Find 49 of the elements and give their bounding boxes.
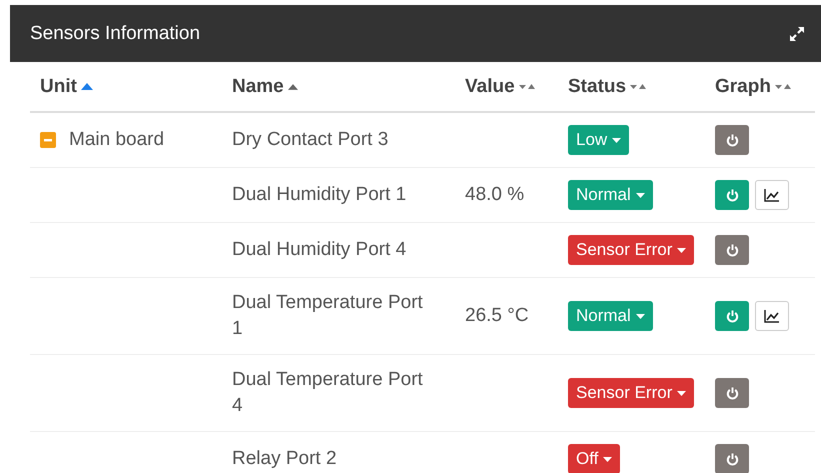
panel-title: Sensors Information xyxy=(30,22,200,44)
power-icon xyxy=(726,310,738,322)
column-header[interactable]: Value xyxy=(465,76,515,98)
power-button[interactable] xyxy=(715,125,749,155)
status-dropdown[interactable]: Off xyxy=(568,444,620,473)
status-dropdown[interactable]: Sensor Error xyxy=(568,378,694,408)
caret-icon xyxy=(677,390,686,396)
unit-name: Main board xyxy=(69,128,164,152)
power-icon xyxy=(726,386,738,400)
sensor-name: Dry Contact Port 3 xyxy=(232,128,388,152)
sort-icon[interactable] xyxy=(630,83,648,90)
power-button[interactable] xyxy=(715,301,749,331)
sensor-name: Relay Port 2 xyxy=(232,447,337,471)
status-dropdown[interactable]: Normal xyxy=(568,180,653,210)
line-chart-icon xyxy=(764,188,780,202)
sort-ascending-icon[interactable] xyxy=(288,84,298,90)
sort-icon[interactable] xyxy=(518,83,536,90)
column-header[interactable]: Status xyxy=(568,76,626,98)
caret-icon xyxy=(677,248,686,252)
sensor-name: Dual Humidity Port 4 xyxy=(232,238,406,262)
caret-icon xyxy=(636,314,645,318)
status-dropdown[interactable]: Normal xyxy=(568,301,653,331)
sort-icon[interactable] xyxy=(774,83,792,90)
power-button[interactable] xyxy=(715,180,749,210)
power-button[interactable] xyxy=(715,235,749,265)
power-icon xyxy=(726,134,738,146)
power-icon xyxy=(726,188,738,202)
status-dropdown[interactable]: Low xyxy=(568,125,630,155)
power-button[interactable] xyxy=(715,378,749,408)
caret-icon xyxy=(603,456,612,462)
expand-icon[interactable] xyxy=(788,24,806,42)
sensor-value: 48.0 % xyxy=(465,183,524,207)
graph-button[interactable] xyxy=(755,180,789,210)
sensor-value: 26.5 °C xyxy=(465,304,529,328)
line-chart-icon xyxy=(764,309,780,323)
graph-button[interactable] xyxy=(755,301,789,331)
sort-ascending-icon[interactable] xyxy=(80,83,93,90)
column-header[interactable]: Graph xyxy=(715,76,771,98)
caret-icon xyxy=(636,192,645,198)
caret-icon xyxy=(612,138,622,142)
power-button[interactable] xyxy=(715,444,749,473)
power-icon xyxy=(726,452,738,466)
column-header[interactable]: Name xyxy=(232,76,284,98)
column-header[interactable]: Unit xyxy=(40,76,77,98)
sensor-name: Dual Humidity Port 1 xyxy=(232,183,406,207)
status-dropdown[interactable]: Sensor Error xyxy=(568,235,694,265)
power-icon xyxy=(726,244,738,256)
sensor-name: Dual Temperature Port 1 xyxy=(232,291,424,341)
sensor-name: Dual Temperature Port 4 xyxy=(232,368,424,418)
